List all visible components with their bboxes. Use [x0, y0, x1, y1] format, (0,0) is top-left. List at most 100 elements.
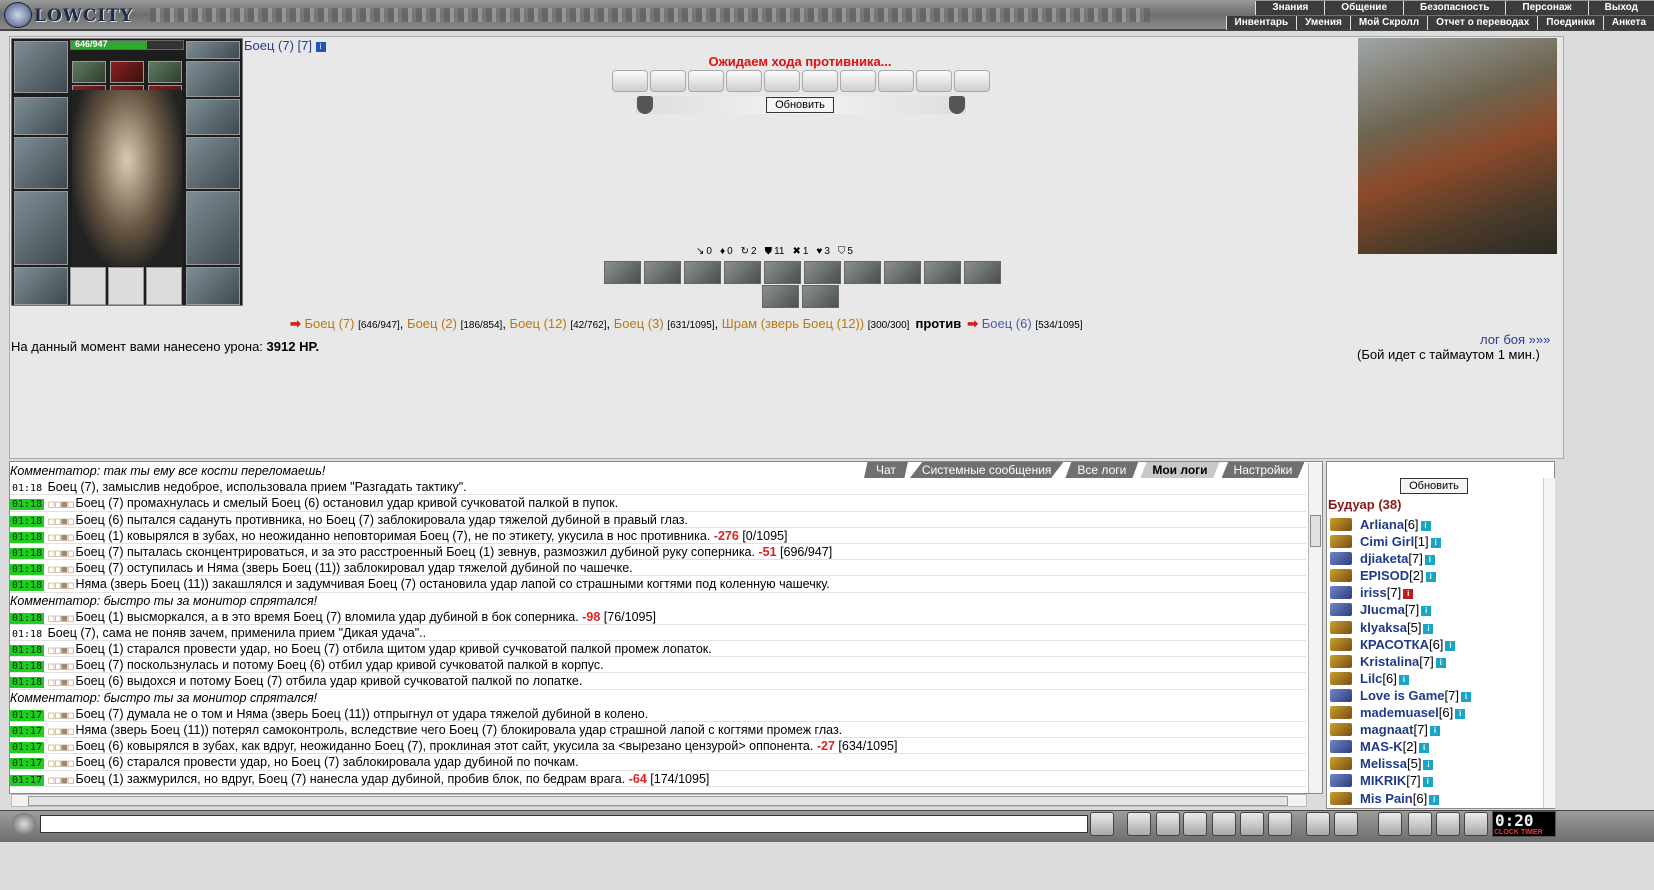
toolbar-button[interactable]: [1306, 812, 1330, 836]
user-icon[interactable]: [1330, 740, 1352, 754]
bracers-slot[interactable]: [14, 97, 68, 135]
weapon-slot[interactable]: [14, 137, 68, 189]
user-name[interactable]: MAS-K[2] i: [1360, 738, 1430, 755]
submenu-item-1[interactable]: Умения: [1296, 16, 1350, 30]
skill-button[interactable]: [644, 261, 681, 284]
earring-slot[interactable]: [186, 61, 240, 97]
chat-scroll-thumb[interactable]: [1310, 515, 1321, 547]
scroll-slot[interactable]: [878, 70, 914, 92]
info-icon[interactable]: i: [1425, 572, 1436, 583]
user-name[interactable]: mademuasel[6] i: [1360, 704, 1466, 721]
info-icon[interactable]: i: [1421, 606, 1432, 617]
toolbar-button[interactable]: [1090, 812, 1114, 836]
gloves-slot[interactable]: [186, 99, 240, 135]
fighter-name[interactable]: Боец (6): [982, 316, 1032, 331]
shield-slot[interactable]: [186, 137, 240, 189]
toolbar-button[interactable]: [1436, 812, 1460, 836]
user-name[interactable]: Kristalina[7] i: [1360, 653, 1446, 670]
user-icon[interactable]: [1330, 723, 1352, 737]
scroll-slot[interactable]: [612, 70, 648, 92]
user-name[interactable]: iriss[7] i: [1360, 584, 1414, 601]
toolbar-button[interactable]: [1464, 812, 1488, 836]
info-icon[interactable]: i: [1435, 657, 1446, 668]
potion-slot-2[interactable]: [110, 61, 144, 83]
helmet-slot[interactable]: [14, 41, 68, 93]
user-icon[interactable]: [1330, 603, 1352, 617]
user-name[interactable]: Melissa[5] i: [1360, 755, 1434, 772]
info-icon[interactable]: i: [1429, 794, 1440, 805]
info-icon[interactable]: i: [1445, 640, 1456, 651]
ring-slot-3[interactable]: [146, 267, 182, 305]
user-icon[interactable]: [1330, 586, 1352, 600]
toolbar-button[interactable]: [1183, 812, 1207, 836]
scroll-slot[interactable]: [802, 70, 838, 92]
skill-button[interactable]: [964, 261, 1001, 284]
player-name[interactable]: Боец (7) [7] i: [244, 38, 326, 53]
chat-scrollbar[interactable]: [1308, 463, 1322, 793]
user-icon[interactable]: [1330, 654, 1352, 668]
skill-button[interactable]: [884, 261, 921, 284]
info-icon[interactable]: i: [1403, 589, 1414, 600]
refresh-button[interactable]: Обновить: [766, 97, 834, 113]
user-icon[interactable]: [1330, 757, 1352, 771]
chat-input[interactable]: [40, 815, 1088, 833]
scroll-slot[interactable]: [840, 70, 876, 92]
chat-mode-icon[interactable]: [12, 813, 36, 835]
scroll-slot[interactable]: [954, 70, 990, 92]
user-name[interactable]: Mis Pain[6] i: [1360, 790, 1440, 807]
fighter-name[interactable]: Шрам (зверь Боец (12)): [722, 316, 864, 331]
menu-item-0[interactable]: Знания: [1255, 1, 1325, 15]
info-icon[interactable]: i: [1423, 623, 1434, 634]
user-icon[interactable]: [1330, 706, 1352, 720]
toolbar-button[interactable]: [1156, 812, 1180, 836]
submenu-item-3[interactable]: Отчет о переводах: [1427, 16, 1538, 30]
info-icon[interactable]: i: [1419, 743, 1430, 754]
scroll-slot[interactable]: [688, 70, 724, 92]
skill-button[interactable]: [924, 261, 961, 284]
boots-slot[interactable]: [186, 267, 240, 305]
menu-item-3[interactable]: Персонаж: [1505, 1, 1588, 15]
scroll-slot[interactable]: [726, 70, 762, 92]
info-icon[interactable]: i: [1429, 726, 1440, 737]
scroll-slot[interactable]: [764, 70, 800, 92]
skill-button[interactable]: [844, 261, 881, 284]
user-icon[interactable]: [1330, 688, 1352, 702]
info-icon[interactable]: i: [315, 42, 326, 52]
submenu-item-4[interactable]: Поединки: [1537, 16, 1603, 30]
user-name[interactable]: Love is Game[7] i: [1360, 687, 1472, 704]
skill-button[interactable]: [764, 261, 801, 284]
menu-item-4[interactable]: Выход: [1587, 1, 1654, 15]
toolbar-button[interactable]: [1240, 812, 1264, 836]
toolbar-button[interactable]: [1408, 812, 1432, 836]
toolbar-button[interactable]: [1334, 812, 1358, 836]
skill-button[interactable]: [762, 285, 799, 308]
user-icon[interactable]: [1330, 518, 1352, 531]
room-refresh-button[interactable]: Обновить: [1400, 478, 1468, 494]
info-icon[interactable]: i: [1455, 709, 1466, 720]
fighter-name[interactable]: Боец (3): [614, 316, 664, 331]
toolbar-button[interactable]: [1212, 812, 1236, 836]
user-name[interactable]: JIucma[7] i: [1360, 601, 1432, 618]
info-icon[interactable]: i: [1423, 760, 1434, 771]
ring-slot-2[interactable]: [108, 267, 144, 305]
info-icon[interactable]: i: [1398, 674, 1409, 685]
leggings-slot[interactable]: [186, 191, 240, 265]
room-scrollbar[interactable]: [1543, 478, 1555, 808]
skill-button[interactable]: [802, 285, 839, 308]
user-icon[interactable]: [1330, 791, 1352, 805]
user-name[interactable]: EPISOD[2] i: [1360, 567, 1436, 584]
user-name[interactable]: Lilc[6] i: [1360, 670, 1409, 687]
ring-slot-1[interactable]: [70, 267, 106, 305]
chat-hscroll-thumb[interactable]: [28, 796, 1288, 806]
user-name[interactable]: djiaketa[7] i: [1360, 550, 1435, 567]
toolbar-button[interactable]: [1127, 812, 1151, 836]
skill-button[interactable]: [684, 261, 721, 284]
chat-hscrollbar[interactable]: [11, 794, 1307, 807]
user-name[interactable]: magnaat[7] i: [1360, 721, 1440, 738]
toolbar-button[interactable]: [1268, 812, 1292, 836]
fighter-name[interactable]: Боец (12): [510, 316, 567, 331]
amulet-slot[interactable]: [186, 41, 240, 59]
submenu-item-5[interactable]: Анкета: [1602, 16, 1654, 30]
info-icon[interactable]: i: [1420, 521, 1431, 531]
skill-button[interactable]: [724, 261, 761, 284]
